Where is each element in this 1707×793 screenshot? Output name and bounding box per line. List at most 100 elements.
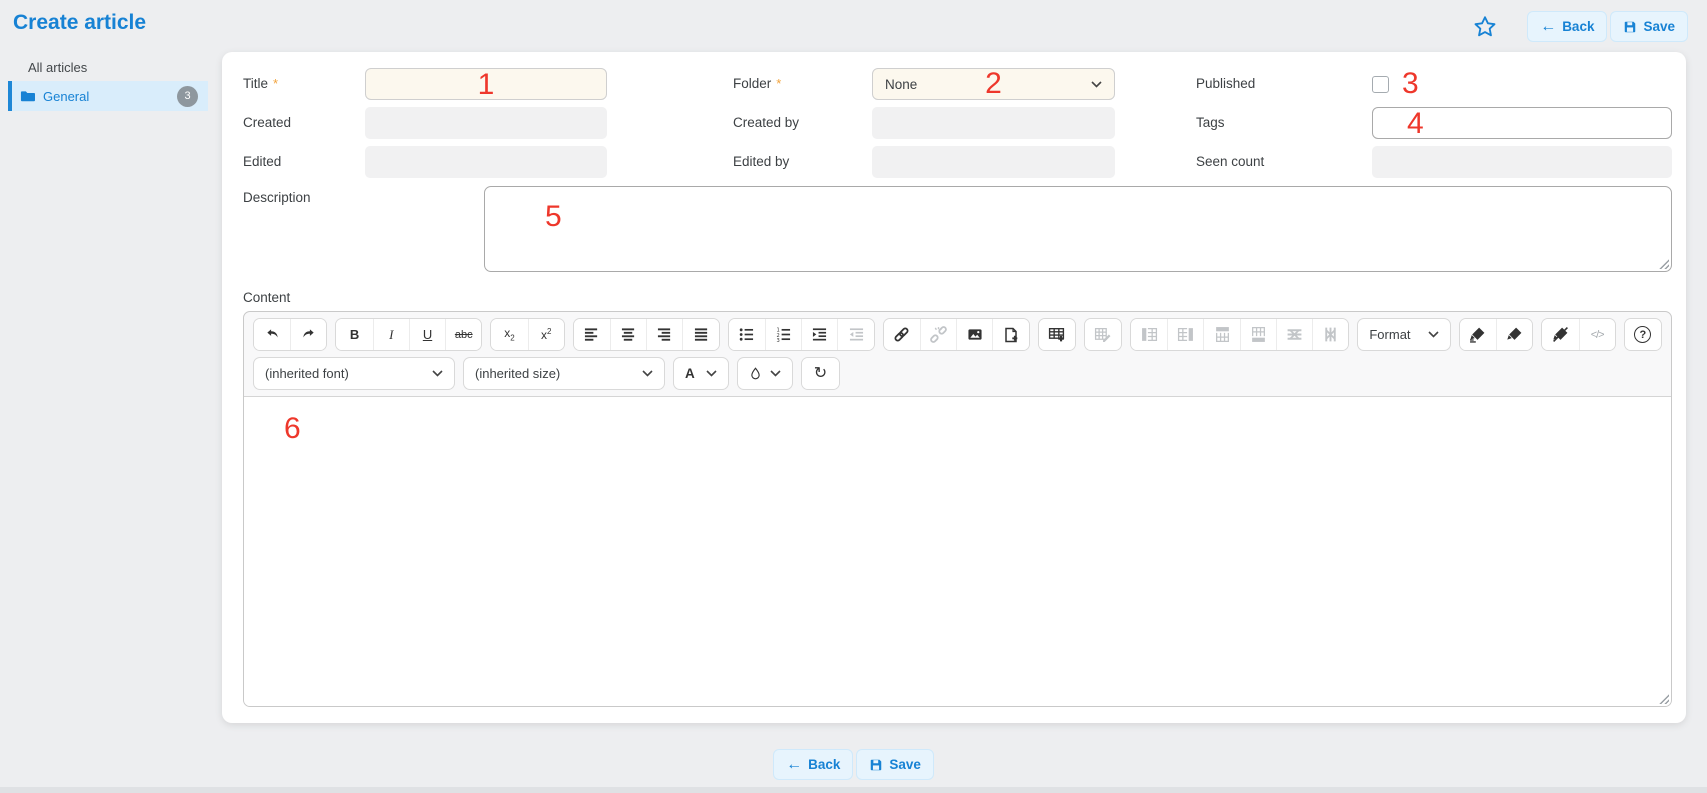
sidebar-item-label: General: [43, 89, 89, 104]
link-button[interactable]: [884, 319, 920, 350]
title-label: Title*: [243, 68, 365, 100]
text-color-dropdown[interactable]: A: [673, 357, 729, 390]
annotation-1: 1: [366, 69, 606, 101]
bold-button[interactable]: B: [336, 319, 372, 350]
text-color-icon: A: [685, 366, 695, 381]
underline-button[interactable]: U: [409, 319, 445, 350]
format-dropdown-value: Format: [1369, 327, 1410, 342]
font-size-dropdown[interactable]: (inherited size): [463, 357, 665, 390]
description-row: Description 5: [243, 186, 1672, 272]
published-checkbox[interactable]: [1372, 76, 1389, 93]
bottom-strip: [0, 787, 1707, 793]
subscript-button[interactable]: x2: [491, 319, 527, 350]
save-button-top[interactable]: Save: [1610, 11, 1688, 42]
insert-table-button[interactable]: [1039, 319, 1075, 350]
link-icon: [893, 326, 910, 343]
source-code-button[interactable]: </>: [1579, 319, 1615, 350]
insert-column-right-icon: [1177, 326, 1194, 343]
insert-column-left-button: [1131, 319, 1167, 350]
chevron-down-icon: [770, 370, 781, 377]
undo-button[interactable]: [254, 319, 290, 350]
decrease-indent-icon: [849, 327, 864, 342]
created-field: [365, 107, 607, 139]
article-count-badge: 3: [177, 86, 198, 107]
underline-icon: U: [423, 327, 432, 342]
edited-label: Edited: [243, 146, 365, 178]
superscript-icon: x2: [541, 327, 551, 342]
chevron-down-icon: [432, 370, 443, 377]
align-center-button[interactable]: [610, 319, 646, 350]
save-icon: [1623, 20, 1637, 34]
content-editing-area[interactable]: 6: [244, 396, 1671, 706]
annotation-6: 6: [284, 413, 301, 445]
created-by-label: Created by: [607, 107, 872, 139]
resize-grip-icon[interactable]: [1658, 693, 1669, 704]
insert-file-button[interactable]: [992, 319, 1028, 350]
italic-icon: I: [389, 327, 393, 343]
annotation-3: 3: [1402, 69, 1419, 99]
format-dropdown[interactable]: Format: [1357, 318, 1451, 351]
align-left-button[interactable]: [574, 319, 610, 350]
content-editor: B I U abc x2 x2 123: [243, 311, 1672, 707]
remove-format-icon: [1552, 326, 1569, 343]
save-icon: [869, 758, 883, 772]
increase-indent-button[interactable]: [801, 319, 837, 350]
save-button-label: Save: [1643, 19, 1675, 34]
required-asterisk: *: [776, 76, 781, 91]
title-input[interactable]: 1: [365, 68, 607, 100]
sidebar-heading: All articles: [0, 52, 208, 81]
background-color-dropdown[interactable]: [737, 357, 793, 390]
redo-icon: [300, 327, 317, 342]
numbered-list-button[interactable]: 123: [765, 319, 801, 350]
apply-formatting-button[interactable]: [1496, 319, 1532, 350]
align-justify-button[interactable]: [682, 319, 718, 350]
back-button-top[interactable]: ← Back: [1527, 11, 1607, 42]
folder-select[interactable]: None 2: [872, 68, 1115, 100]
insert-column-right-button: [1167, 319, 1203, 350]
description-textarea[interactable]: 5: [484, 186, 1672, 272]
bullet-list-button[interactable]: [729, 319, 765, 350]
font-family-dropdown[interactable]: (inherited font): [253, 357, 455, 390]
sidebar: All articles General 3: [0, 52, 208, 111]
star-icon: [1472, 14, 1498, 40]
copy-formatting-button[interactable]: [1460, 319, 1496, 350]
tags-input[interactable]: 4: [1372, 107, 1672, 139]
refresh-icon: ↻: [814, 366, 827, 382]
remove-format-button[interactable]: [1542, 319, 1578, 350]
created-label: Created: [243, 107, 365, 139]
image-icon: [967, 327, 983, 342]
help-button[interactable]: ?: [1625, 319, 1661, 350]
seen-count-label: Seen count: [1115, 146, 1372, 178]
favorite-button[interactable]: [1472, 14, 1498, 40]
save-button-bottom[interactable]: Save: [856, 749, 934, 780]
chevron-down-icon: [706, 370, 717, 377]
chevron-down-icon: [642, 370, 653, 377]
back-button-bottom[interactable]: ← Back: [773, 749, 853, 780]
file-plus-icon: [1003, 327, 1019, 343]
annotation-4: 4: [1407, 108, 1424, 140]
font-size-value: (inherited size): [475, 366, 560, 381]
insert-row-below-icon: [1250, 326, 1267, 343]
refresh-button[interactable]: ↻: [802, 358, 839, 389]
superscript-button[interactable]: x2: [528, 319, 564, 350]
tags-label: Tags: [1115, 107, 1372, 139]
align-right-button[interactable]: [646, 319, 682, 350]
svg-text:3: 3: [777, 338, 780, 342]
seen-count-field: [1372, 146, 1672, 178]
required-asterisk: *: [273, 76, 278, 91]
insert-image-button[interactable]: [956, 319, 992, 350]
editor-toolbar-row-1: B I U abc x2 x2 123: [244, 312, 1671, 351]
decrease-indent-button: [837, 319, 873, 350]
align-justify-icon: [694, 327, 709, 342]
redo-button[interactable]: [290, 319, 326, 350]
italic-button[interactable]: I: [373, 319, 409, 350]
align-center-icon: [621, 327, 636, 342]
back-button-label: Back: [1562, 19, 1594, 34]
sidebar-item-general[interactable]: General 3: [8, 81, 208, 111]
table-plus-icon: [1048, 326, 1065, 343]
screen: Create article ← Back Save All articles: [0, 0, 1707, 793]
description-label: Description: [243, 186, 484, 272]
strikethrough-button[interactable]: abc: [445, 319, 481, 350]
resize-grip-icon[interactable]: [1658, 258, 1669, 269]
table-edit-icon: [1094, 326, 1111, 343]
